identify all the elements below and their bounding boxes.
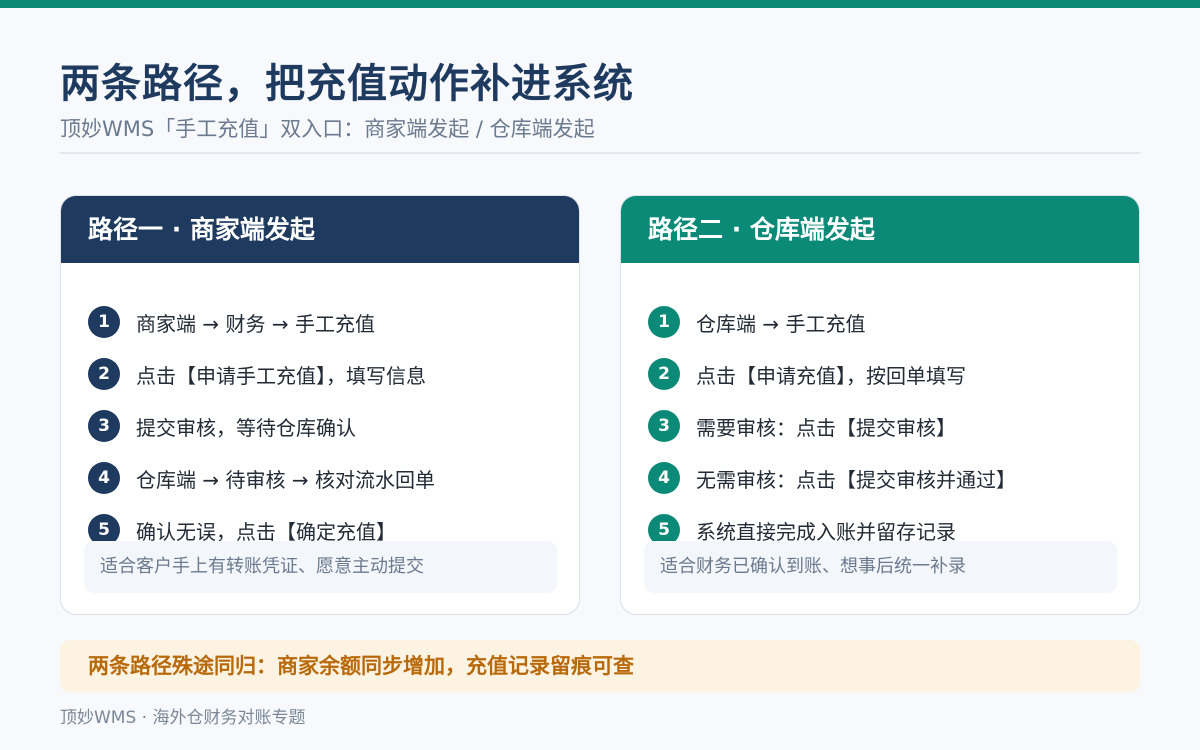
step-text: 需要审核：点击【提交审核】 <box>696 415 956 440</box>
step-text: 无需审核：点击【提交审核并通过】 <box>696 467 1016 492</box>
step-number-badge: 3 <box>88 410 120 442</box>
step-number-badge: 1 <box>648 306 680 338</box>
card-note: 适合客户手上有转账凭证、愿意主动提交 <box>84 541 557 593</box>
step-item: 2 点击【申请充值】，按回单填写 <box>648 348 1016 400</box>
step-text: 点击【申请手工充值】，填写信息 <box>136 363 426 388</box>
step-number-badge: 1 <box>88 306 120 338</box>
step-list: 1 商家端 → 财务 → 手工充值 2 点击【申请手工充值】，填写信息 3 提交… <box>88 296 435 556</box>
step-item: 1 仓库端 → 手工充值 <box>648 296 1016 348</box>
page-subtitle: 顶妙WMS「手工充值」双入口：商家端发起 / 仓库端发起 <box>60 117 595 141</box>
footer-text: 顶妙WMS · 海外仓财务对账专题 <box>60 708 306 728</box>
path-card-warehouse: 路径二 · 仓库端发起 1 仓库端 → 手工充值 2 点击【申请充值】，按回单填… <box>620 195 1140 615</box>
page-title: 两条路径，把充值动作补进系统 <box>60 61 634 107</box>
step-number-badge: 4 <box>648 462 680 494</box>
summary-banner: 两条路径殊途同归：商家余额同步增加，充值记录留痕可查 <box>60 640 1140 692</box>
step-text: 仓库端 → 待审核 → 核对流水回单 <box>136 467 435 492</box>
step-item: 4 仓库端 → 待审核 → 核对流水回单 <box>88 452 435 504</box>
step-item: 4 无需审核：点击【提交审核并通过】 <box>648 452 1016 504</box>
step-text: 点击【申请充值】，按回单填写 <box>696 363 966 388</box>
step-number-badge: 2 <box>648 358 680 390</box>
path-card-merchant: 路径一 · 商家端发起 1 商家端 → 财务 → 手工充值 2 点击【申请手工充… <box>60 195 580 615</box>
divider <box>60 152 1140 154</box>
step-text: 提交审核，等待仓库确认 <box>136 415 356 440</box>
step-text: 仓库端 → 手工充值 <box>696 311 866 336</box>
step-item: 2 点击【申请手工充值】，填写信息 <box>88 348 435 400</box>
step-text: 商家端 → 财务 → 手工充值 <box>136 311 375 336</box>
card-note: 适合财务已确认到账、想事后统一补录 <box>644 541 1117 593</box>
card-title: 路径一 · 商家端发起 <box>61 196 579 263</box>
step-number-badge: 4 <box>88 462 120 494</box>
step-item: 3 需要审核：点击【提交审核】 <box>648 400 1016 452</box>
card-title: 路径二 · 仓库端发起 <box>621 196 1139 263</box>
step-number-badge: 3 <box>648 410 680 442</box>
step-item: 3 提交审核，等待仓库确认 <box>88 400 435 452</box>
step-number-badge: 2 <box>88 358 120 390</box>
top-accent-bar <box>0 0 1200 8</box>
step-item: 1 商家端 → 财务 → 手工充值 <box>88 296 435 348</box>
step-list: 1 仓库端 → 手工充值 2 点击【申请充值】，按回单填写 3 需要审核：点击【… <box>648 296 1016 556</box>
